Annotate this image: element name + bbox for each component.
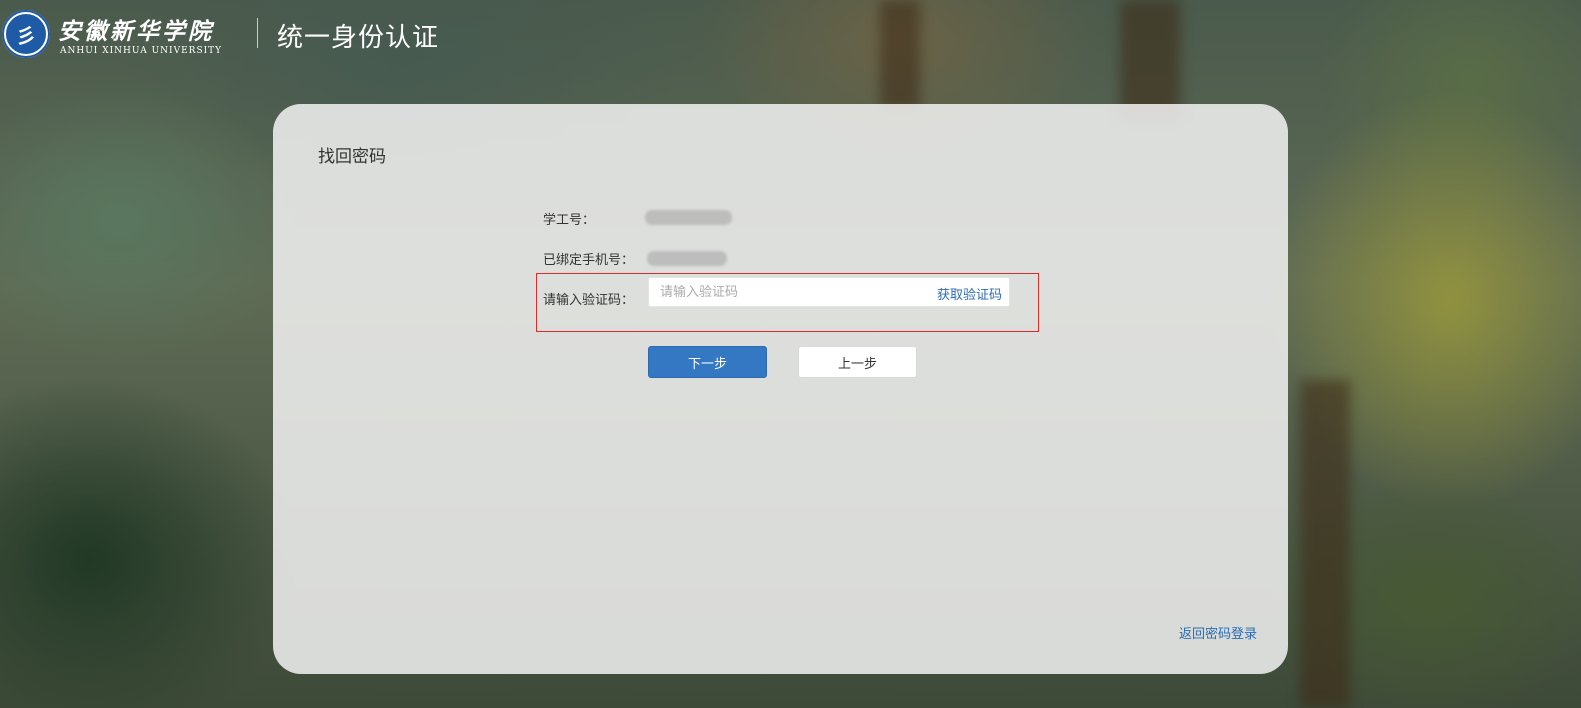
background-tree-trunk (880, 0, 920, 110)
previous-step-button[interactable]: 上一步 (798, 346, 917, 378)
back-to-password-login-link[interactable]: 返回密码登录 (1179, 623, 1257, 642)
background-tree-trunk (1300, 380, 1350, 708)
get-verification-code-button[interactable]: 获取验证码 (937, 284, 1002, 303)
background-tree-trunk (1120, 0, 1180, 120)
site-header: 彡 安徽新华学院 ANHUI XINHUA UNIVERSITY 统一身份认证 (0, 0, 460, 68)
card-title: 找回密码 (318, 147, 386, 167)
bound-phone-masked-value (647, 251, 727, 266)
header-divider (257, 18, 258, 48)
bound-phone-label: 已绑定手机号： (543, 253, 635, 268)
student-id-masked-value (645, 210, 732, 225)
verification-code-label: 请输入验证码： (543, 293, 635, 308)
seal-glyph: 彡 (4, 12, 48, 56)
student-id-label: 学工号： (543, 213, 596, 228)
university-seal-logo: 彡 (2, 10, 50, 58)
university-name-en: ANHUI XINHUA UNIVERSITY (60, 46, 223, 56)
verification-code-input[interactable] (649, 278, 909, 306)
next-step-button[interactable]: 下一步 (648, 346, 767, 378)
page-header-title: 统一身份认证 (277, 23, 440, 53)
university-name-cn: 安徽新华学院 (58, 18, 214, 45)
recover-password-card: 找回密码 学工号： 已绑定手机号： 请输入验证码： 获取验证码 下一步 上一步 … (273, 104, 1288, 674)
verification-code-field: 获取验证码 (648, 277, 1010, 307)
